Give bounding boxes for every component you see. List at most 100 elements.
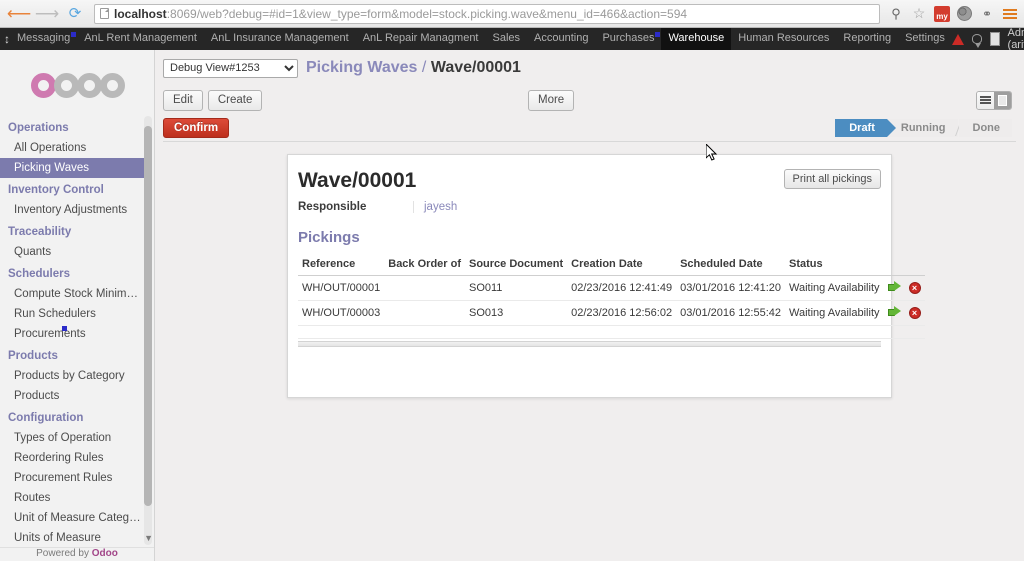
film-reel-icon[interactable]: [957, 6, 972, 21]
arrow-right-icon[interactable]: [888, 281, 901, 292]
section-title-pickings: Pickings: [298, 229, 881, 246]
nav-item-anl-rent-management[interactable]: AnL Rent Management: [77, 28, 204, 50]
confirm-button[interactable]: Confirm: [163, 118, 229, 138]
sheet-bottom-padding: [298, 347, 881, 381]
bookmark-star-icon[interactable]: ☆: [911, 6, 927, 22]
nav-item-reporting[interactable]: Reporting: [836, 28, 898, 50]
column-header-scheduled-date[interactable]: Scheduled Date: [676, 254, 785, 276]
nav-label: Purchases: [602, 32, 654, 44]
sidebar-item-routes[interactable]: Routes: [0, 488, 144, 508]
nav-item-anl-insurance-management[interactable]: AnL Insurance Management: [204, 28, 356, 50]
control-panel-buttons-row: Edit Create More: [163, 86, 1016, 114]
sidebar-item-products[interactable]: Products: [0, 386, 144, 406]
more-button[interactable]: More: [528, 90, 574, 111]
sidebar-item-run-schedulers[interactable]: Run Schedulers: [0, 304, 144, 324]
forward-button[interactable]: ⟶: [34, 3, 60, 25]
field-label-responsible: Responsible: [298, 201, 413, 213]
form-view-icon[interactable]: [994, 92, 1011, 109]
status-step-draft[interactable]: Draft: [835, 119, 887, 137]
odoo-logo-letter-3: [77, 73, 102, 98]
user-menu-label[interactable]: Administrator (arif 786): [1008, 27, 1024, 51]
sidebar-item-types-of-operation[interactable]: Types of Operation: [0, 428, 144, 448]
nav-item-settings[interactable]: Settings: [898, 28, 952, 50]
table-row[interactable]: WH/OUT/00001 SO011 02/23/2016 12:41:49 0…: [298, 276, 925, 301]
breadcrumb-parent[interactable]: Picking Waves: [306, 59, 417, 76]
nav-label: AnL Rent Management: [84, 32, 197, 44]
cell-status: Waiting Availability: [785, 276, 884, 301]
column-header-status[interactable]: Status: [785, 254, 884, 276]
nav-item-sales[interactable]: Sales: [486, 28, 528, 50]
warning-triangle-icon[interactable]: [952, 34, 964, 45]
sidebar-item-inventory-adjustments[interactable]: Inventory Adjustments: [0, 200, 144, 220]
nav-item-anl-repair-managment[interactable]: AnL Repair Managment: [356, 28, 486, 50]
nav-item-warehouse[interactable]: Warehouse: [661, 28, 731, 50]
nav-label: Human Resources: [738, 32, 829, 44]
sidebar-item-quants[interactable]: Quants: [0, 242, 144, 262]
sidebar-item-reordering-rules[interactable]: Reordering Rules: [0, 448, 144, 468]
odoo-logo[interactable]: [0, 50, 154, 116]
sidebar-section-schedulers: Schedulers: [0, 262, 144, 284]
reload-button[interactable]: ⟳: [62, 3, 88, 25]
back-button[interactable]: ⟵: [6, 3, 32, 25]
row-action-cell-delete[interactable]: ×: [905, 276, 925, 301]
edit-button[interactable]: Edit: [163, 90, 203, 111]
row-action-cell-go[interactable]: [884, 276, 905, 301]
row-action-cell-go[interactable]: [884, 301, 905, 326]
nav-item-messaging[interactable]: Messaging: [10, 28, 77, 50]
sidebar-item-procurements[interactable]: Procurements: [0, 324, 144, 344]
table-row-empty[interactable]: [298, 326, 925, 339]
field-value-responsible[interactable]: jayesh: [413, 201, 483, 213]
arrow-right-icon[interactable]: [888, 306, 901, 317]
sidebar-item-picking-waves[interactable]: Picking Waves: [0, 158, 144, 178]
column-header-source-document[interactable]: Source Document: [465, 254, 567, 276]
page-title: Wave/00001: [298, 169, 416, 193]
debug-view-select[interactable]: Debug View#1253: [163, 59, 298, 78]
sidebar-scrollbar[interactable]: [144, 116, 152, 545]
plugin-icon[interactable]: ⚭: [979, 6, 995, 22]
column-header-reference[interactable]: Reference: [298, 254, 384, 276]
search-icon[interactable]: ⚲: [888, 6, 904, 22]
page-info-icon: [100, 8, 109, 19]
nav-item-human-resources[interactable]: Human Resources: [731, 28, 836, 50]
sidebar-item-products-by-category[interactable]: Products by Category: [0, 366, 144, 386]
odoo-top-navbar: ↕ Messaging AnL Rent Management AnL Insu…: [0, 28, 1024, 50]
print-all-pickings-button[interactable]: Print all pickings: [784, 169, 881, 189]
sidebar-scrollbar-thumb[interactable]: [144, 126, 152, 506]
status-step-done[interactable]: Done: [959, 119, 1013, 137]
sidebar-item-all-operations[interactable]: All Operations: [0, 138, 144, 158]
column-header-creation-date[interactable]: Creation Date: [567, 254, 676, 276]
browser-toolbar: ⟵ ⟶ ⟳ localhost:8069/web?debug=#id=1&vie…: [0, 0, 1024, 28]
nav-item-accounting[interactable]: Accounting: [527, 28, 595, 50]
sidebar-section-traceability: Traceability: [0, 220, 144, 242]
menu-hamburger-icon[interactable]: [1002, 6, 1018, 22]
table-row[interactable]: WH/OUT/00003 SO013 02/23/2016 12:56:02 0…: [298, 301, 925, 326]
create-button[interactable]: Create: [208, 90, 263, 111]
my-extension-icon[interactable]: my: [934, 6, 950, 22]
sidebar-item-unit-of-measure-categories[interactable]: Unit of Measure Catego…: [0, 508, 144, 528]
nav-item-purchases[interactable]: Purchases: [595, 28, 661, 50]
sidebar-item-procurement-rules[interactable]: Procurement Rules: [0, 468, 144, 488]
delete-x-icon[interactable]: ×: [909, 282, 921, 294]
chat-bubble-icon[interactable]: [972, 34, 982, 44]
sidebar-menu: Operations All Operations Picking Waves …: [0, 116, 154, 547]
scroll-down-arrow-icon[interactable]: ▼: [144, 533, 153, 543]
list-view-icon[interactable]: [977, 92, 994, 109]
sidebar-item-compute-stock-minimum[interactable]: Compute Stock Minimu…: [0, 284, 144, 304]
control-panel-status-row: Confirm Draft Running Done: [163, 118, 1016, 142]
status-step-running[interactable]: Running: [887, 119, 958, 137]
breadcrumb-separator: /: [422, 59, 426, 76]
cell-reference: WH/OUT/00001: [298, 276, 384, 301]
row-action-cell-delete[interactable]: ×: [905, 301, 925, 326]
field-row-responsible: Responsible jayesh: [298, 201, 881, 213]
url-bar[interactable]: localhost:8069/web?debug=#id=1&view_type…: [94, 4, 880, 24]
cell-source-document: SO013: [465, 301, 567, 326]
sidebar-item-units-of-measure[interactable]: Units of Measure: [0, 528, 144, 547]
powered-brand[interactable]: Odoo: [92, 548, 118, 559]
cell-empty: [298, 326, 925, 339]
sidebar: Operations All Operations Picking Waves …: [0, 50, 155, 561]
delete-x-icon[interactable]: ×: [909, 307, 921, 319]
column-header-action-2: [905, 254, 925, 276]
cell-scheduled-date: 03/01/2016 12:55:42: [676, 301, 785, 326]
column-header-back-order-of[interactable]: Back Order of: [384, 254, 465, 276]
powered-by-odoo: Powered by Odoo: [0, 547, 154, 561]
